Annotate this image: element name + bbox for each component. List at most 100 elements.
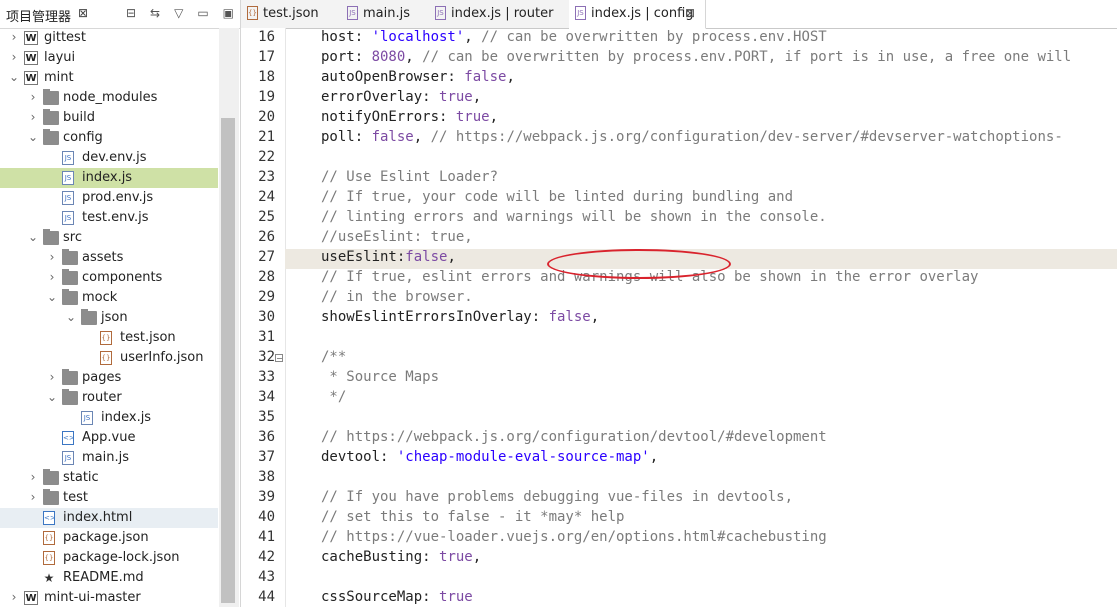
- code-line[interactable]: // https://webpack.js.org/configuration/…: [321, 429, 827, 445]
- close-icon[interactable]: ⊠: [78, 6, 88, 20]
- chevron-right-icon[interactable]: ›: [27, 110, 39, 124]
- code-line[interactable]: // set this to false - it *may* help: [321, 509, 624, 525]
- chevron-right-icon[interactable]: ›: [8, 50, 20, 64]
- tree-item[interactable]: › pages: [0, 368, 218, 388]
- code-token: true: [439, 549, 473, 565]
- chevron-down-icon[interactable]: ⌄: [27, 230, 39, 244]
- code-line[interactable]: cacheBusting: true,: [321, 549, 481, 565]
- tree-item[interactable]: JS main.js: [0, 448, 218, 468]
- chevron-right-icon[interactable]: ›: [8, 590, 20, 604]
- js-file-icon: JS: [575, 6, 586, 20]
- code-line[interactable]: */: [321, 389, 346, 405]
- code-line[interactable]: showEslintErrorsInOverlay: false,: [321, 309, 599, 325]
- js-file-icon: JS: [62, 151, 74, 165]
- tree-item[interactable]: ⌄ config: [0, 128, 218, 148]
- tree-item[interactable]: ⌄ src: [0, 228, 218, 248]
- link-editor-icon[interactable]: ⇆: [150, 6, 160, 20]
- tree-item[interactable]: JS prod.env.js: [0, 188, 218, 208]
- code-line[interactable]: cssSourceMap: true: [321, 589, 473, 605]
- chevron-right-icon[interactable]: ›: [27, 90, 39, 104]
- tree-item[interactable]: ★ README.md: [0, 568, 218, 588]
- tree-item-label: README.md: [63, 570, 144, 585]
- code-line[interactable]: // https://vue-loader.vuejs.org/en/optio…: [321, 529, 827, 545]
- code-line[interactable]: // If true, your code will be linted dur…: [321, 189, 793, 205]
- line-number: 33: [258, 369, 275, 385]
- tree-item[interactable]: › node_modules: [0, 88, 218, 108]
- fold-toggle-icon[interactable]: −: [275, 354, 283, 363]
- tree-item-label: json: [101, 310, 128, 325]
- chevron-down-icon[interactable]: ⌄: [27, 130, 39, 144]
- tree-item[interactable]: JS dev.env.js: [0, 148, 218, 168]
- tab-index-js-config[interactable]: JS index.js | config ⊠: [569, 0, 706, 29]
- code-token: // https://vue-loader.vuejs.org/en/optio…: [321, 529, 827, 545]
- tree-item[interactable]: {} package-lock.json: [0, 548, 218, 568]
- tree-item-label: build: [63, 110, 95, 125]
- collapse-all-icon[interactable]: ⊟: [126, 6, 136, 20]
- chevron-right-icon[interactable]: ›: [46, 370, 58, 384]
- chevron-right-icon[interactable]: ›: [27, 470, 39, 484]
- code-line[interactable]: // Use Eslint Loader?: [321, 169, 498, 185]
- tree-item[interactable]: {} test.json: [0, 328, 218, 348]
- line-number: 37: [258, 449, 275, 465]
- tab-label: main.js: [363, 6, 410, 21]
- code-editor[interactable]: 16 host: 'localhost', // can be overwritt…: [241, 28, 1117, 607]
- code-line[interactable]: /**: [321, 349, 346, 365]
- code-line[interactable]: autoOpenBrowser: false,: [321, 69, 515, 85]
- code-line[interactable]: useEslint:false,: [321, 249, 456, 265]
- code-line[interactable]: port: 8080, // can be overwritten by pro…: [321, 49, 1071, 65]
- chevron-down-icon[interactable]: ⌄: [8, 70, 20, 84]
- tree-item[interactable]: › test: [0, 488, 218, 508]
- tree-item[interactable]: ⌄ json: [0, 308, 218, 328]
- tree-item[interactable]: › assets: [0, 248, 218, 268]
- tree-item[interactable]: {} package.json: [0, 528, 218, 548]
- line-number: 19: [258, 89, 275, 105]
- minimize-icon[interactable]: ▭: [197, 6, 208, 20]
- tree-item[interactable]: ⌄ mock: [0, 288, 218, 308]
- tree-scrollbar-thumb[interactable]: [221, 118, 235, 603]
- line-number: 43: [258, 569, 275, 585]
- tree-item[interactable]: ⌄ router: [0, 388, 218, 408]
- folder-icon: [43, 109, 59, 125]
- code-line[interactable]: devtool: 'cheap-module-eval-source-map',: [321, 449, 658, 465]
- maximize-icon[interactable]: ▣: [223, 6, 234, 20]
- tree-item[interactable]: › Wmint-ui-master: [0, 588, 218, 608]
- tree-item[interactable]: <> index.html: [0, 508, 218, 528]
- folder-icon: [81, 309, 97, 325]
- tree-item[interactable]: {} userInfo.json: [0, 348, 218, 368]
- tab-index-js-router[interactable]: JS index.js | router: [429, 0, 570, 28]
- tree-item-label: router: [82, 390, 122, 405]
- chevron-down-icon[interactable]: ⌄: [46, 290, 58, 304]
- tree-item[interactable]: › Wgittest: [0, 28, 218, 48]
- code-line[interactable]: host: 'localhost', // can be overwritten…: [321, 29, 827, 45]
- chevron-right-icon[interactable]: ›: [46, 270, 58, 284]
- tree-item[interactable]: JS test.env.js: [0, 208, 218, 228]
- view-menu-icon[interactable]: ▽: [174, 6, 183, 20]
- tree-item[interactable]: › build: [0, 108, 218, 128]
- code-line[interactable]: //useEslint: true,: [321, 229, 473, 245]
- tab-main-js[interactable]: JS main.js: [341, 0, 430, 28]
- chevron-right-icon[interactable]: ›: [46, 250, 58, 264]
- tree-item[interactable]: › static: [0, 468, 218, 488]
- line-number: 42: [258, 549, 275, 565]
- tree-item[interactable]: ⌄ Wmint: [0, 68, 218, 88]
- chevron-right-icon[interactable]: ›: [8, 30, 20, 44]
- chevron-down-icon[interactable]: ⌄: [46, 390, 58, 404]
- code-token: cacheBusting:: [321, 549, 440, 565]
- code-line[interactable]: // in the browser.: [321, 289, 473, 305]
- code-line[interactable]: notifyOnErrors: true,: [321, 109, 498, 125]
- tree-item[interactable]: › components: [0, 268, 218, 288]
- code-line[interactable]: errorOverlay: true,: [321, 89, 481, 105]
- close-icon[interactable]: ⊠: [685, 6, 695, 20]
- code-line[interactable]: // linting errors and warnings will be s…: [321, 209, 827, 225]
- json-file-icon: {}: [43, 531, 55, 545]
- code-line[interactable]: * Source Maps: [321, 369, 439, 385]
- tree-item[interactable]: JS index.js: [0, 408, 218, 428]
- code-line[interactable]: poll: false, // https://webpack.js.org/c…: [321, 129, 1063, 145]
- tab-test-json[interactable]: {} test.json: [241, 0, 342, 28]
- chevron-down-icon[interactable]: ⌄: [65, 310, 77, 324]
- chevron-right-icon[interactable]: ›: [27, 490, 39, 504]
- code-line[interactable]: // If you have problems debugging vue-fi…: [321, 489, 793, 505]
- tree-item[interactable]: JS index.js: [0, 168, 218, 188]
- tree-item[interactable]: <> App.vue: [0, 428, 218, 448]
- tree-item[interactable]: › Wlayui: [0, 48, 218, 68]
